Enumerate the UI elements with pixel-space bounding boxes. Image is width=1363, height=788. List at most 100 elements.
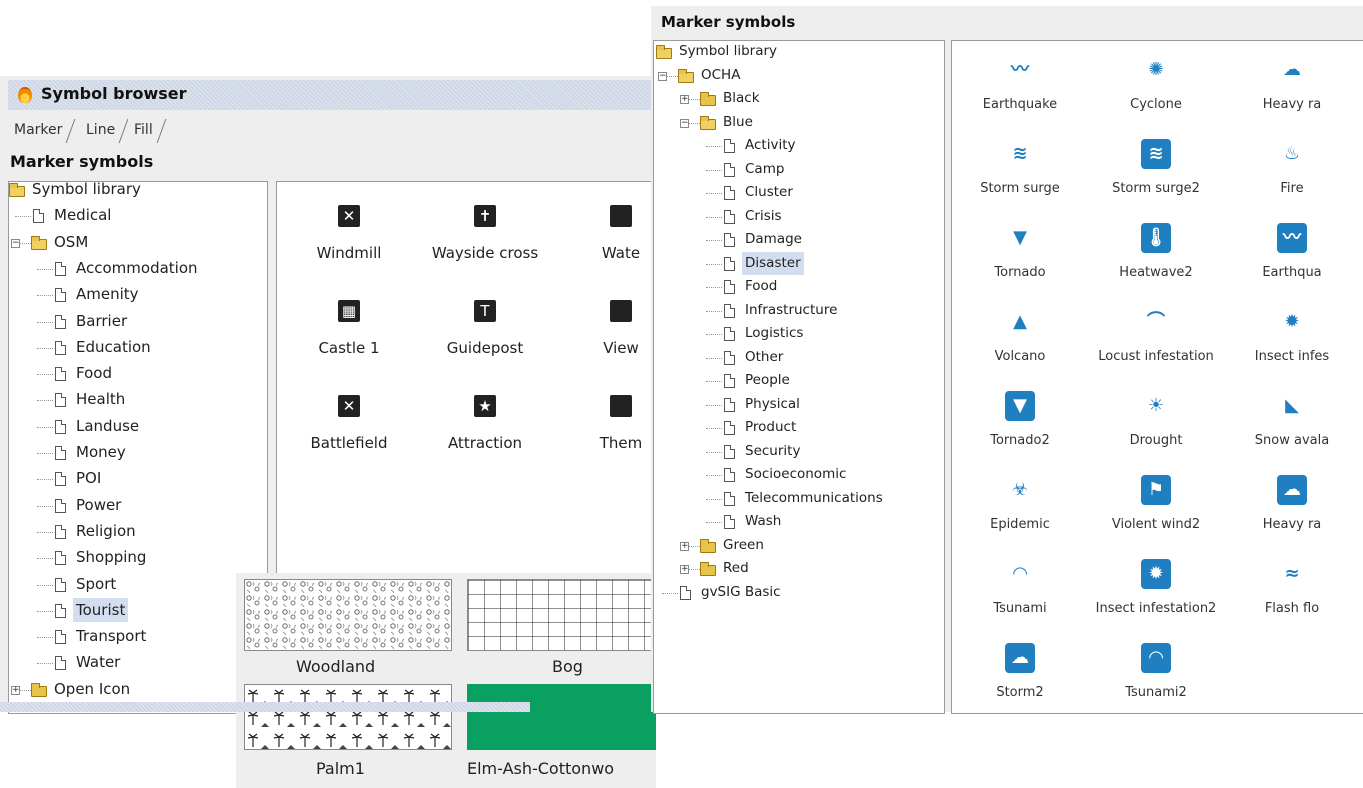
tree-item-osm[interactable]: − OSM [9, 230, 267, 254]
symbol-insect-infes[interactable]: ✹ Insect infes [1222, 307, 1362, 364]
symbol-attraction[interactable]: ★ Attraction [415, 395, 555, 452]
tree-item-food[interactable]: Food [9, 361, 267, 385]
tree-item-wash[interactable]: Wash [654, 510, 944, 534]
symbol-tsunami[interactable]: ◠ Tsunami [952, 559, 1090, 616]
tab-fill[interactable]: Fill [128, 117, 167, 143]
symbol-volcano[interactable]: ▲ Volcano [952, 307, 1090, 364]
symbol-storm-surge[interactable]: ≋ Storm surge [952, 139, 1090, 196]
symbol-earthquake[interactable]: 〰 Earthquake [952, 55, 1090, 112]
tree-item-product[interactable]: Product [654, 416, 944, 440]
tree-item-red[interactable]: + Red [654, 557, 944, 581]
elm-ash-cottonwood-swatch[interactable] [467, 684, 656, 750]
tree-item-people[interactable]: People [654, 369, 944, 393]
tree-item-health[interactable]: Health [9, 387, 267, 411]
tree-item-poi[interactable]: POI [9, 466, 267, 490]
tree-item-transport[interactable]: Transport [9, 624, 267, 648]
tree-item-sport[interactable]: Sport [9, 572, 267, 596]
symbol-wayside-cross[interactable]: ✝ Wayside cross [415, 205, 555, 262]
symbol-fire[interactable]: ♨ Fire [1222, 139, 1362, 196]
tree-item-gvsig-basic[interactable]: gvSIG Basic [654, 581, 944, 605]
symbol-flash-flo[interactable]: ≈ Flash flo [1222, 559, 1362, 616]
tree-item-security[interactable]: Security [654, 440, 944, 464]
battlefield-icon: ✕ [338, 395, 360, 417]
symbol-violent-wind2[interactable]: ⚑ Violent wind2 [1086, 475, 1226, 532]
symbol-tornado2[interactable]: ▼ Tornado2 [952, 391, 1090, 448]
collapse-icon[interactable]: − [658, 71, 667, 81]
collapse-icon[interactable]: − [11, 238, 20, 248]
symbol-them[interactable]: Them [551, 395, 656, 452]
tree-item-symbol-library[interactable]: Symbol library [654, 41, 944, 64]
tree-item-blue[interactable]: − Blue [654, 111, 944, 135]
symbol-wate[interactable]: Wate [551, 205, 656, 262]
symbol-epidemic[interactable]: ☣ Epidemic [952, 475, 1090, 532]
tree-item-ocha[interactable]: − OCHA [654, 64, 944, 88]
tree-item-physical[interactable]: Physical [654, 393, 944, 417]
symbol-storm2[interactable]: ☁ Storm2 [952, 643, 1090, 700]
tree-item-shopping[interactable]: Shopping [9, 545, 267, 569]
symbol-earthqua[interactable]: 〰 Earthqua [1222, 223, 1362, 280]
tree-item-disaster[interactable]: Disaster [654, 251, 944, 275]
tree-item-other[interactable]: Other [654, 346, 944, 370]
symbol-tornado[interactable]: ▼ Tornado [952, 223, 1090, 280]
symbol-heavy-ra[interactable]: ☁ Heavy ra [1222, 475, 1362, 532]
heavy-rain-icon: ☁ [1277, 55, 1307, 85]
symbol-snow-avala[interactable]: ◣ Snow avala [1222, 391, 1362, 448]
expand-icon[interactable]: + [680, 565, 689, 574]
tree-item-green[interactable]: + Green [654, 534, 944, 558]
expand-icon[interactable]: + [680, 541, 689, 551]
tree-item-water[interactable]: Water [9, 650, 267, 674]
symbol-heatwave2[interactable]: 🌡 Heatwave2 [1086, 223, 1226, 280]
symbol-windmill[interactable]: ✕ Windmill [279, 205, 419, 262]
tree-item-medical[interactable]: Medical [9, 203, 267, 227]
expand-icon[interactable]: + [680, 95, 689, 104]
symbol-locust-infestation[interactable]: ⌒ Locust infestation [1086, 307, 1226, 364]
tree-item-telecommunications[interactable]: Telecommunications [654, 487, 944, 511]
document-icon [724, 515, 735, 529]
tree-item-barrier[interactable]: Barrier [9, 309, 267, 333]
tree-item-logistics[interactable]: Logistics [654, 322, 944, 346]
tree-item-landuse[interactable]: Landuse [9, 414, 267, 438]
tree-item-camp[interactable]: Camp [654, 158, 944, 182]
tree-item-symbol-library[interactable]: Symbol library [9, 181, 267, 201]
title-bar[interactable]: Symbol browser [8, 80, 655, 110]
tree-item-crisis[interactable]: Crisis [654, 205, 944, 229]
tree-item-activity[interactable]: Activity [654, 134, 944, 158]
tree-item-socioeconomic[interactable]: Socioeconomic [654, 463, 944, 487]
tree-item-amenity[interactable]: Amenity [9, 282, 267, 306]
tree-item-damage[interactable]: Damage [654, 228, 944, 252]
tree-item-open-icon[interactable]: + Open Icon [9, 677, 267, 701]
bog-swatch[interactable] [467, 579, 656, 651]
tree-item-infrastructure[interactable]: Infrastructure [654, 299, 944, 323]
collapse-icon[interactable]: − [680, 118, 689, 128]
symbol-insect-infestation2[interactable]: ✹ Insect infestation2 [1086, 559, 1226, 616]
tree-item-accommodation[interactable]: Accommodation [9, 256, 267, 280]
tree-item-religion[interactable]: Religion [9, 519, 267, 543]
symbol-castle-1[interactable]: ▦ Castle 1 [279, 300, 419, 357]
tree-item-education[interactable]: Education [9, 335, 267, 359]
tab-marker[interactable]: Marker [8, 117, 76, 143]
symbol-view[interactable]: View [551, 300, 656, 357]
ocha-library-tree[interactable]: Symbol library − OCHA + Black − Blue Activity Ca… [653, 40, 945, 714]
palm-swatch[interactable] [244, 684, 452, 750]
tree-item-money[interactable]: Money [9, 440, 267, 464]
symbol-heavy-ra[interactable]: ☁ Heavy ra [1222, 55, 1362, 112]
symbol-guidepost[interactable]: T Guidepost [415, 300, 555, 357]
tab-line[interactable]: Line [80, 117, 129, 143]
tree-item-cluster[interactable]: Cluster [654, 181, 944, 205]
symbol-tsunami2[interactable]: ◠ Tsunami2 [1086, 643, 1226, 700]
symbol-cyclone[interactable]: ✺ Cyclone [1086, 55, 1226, 112]
tree-item-black[interactable]: + Black [654, 87, 944, 111]
expand-icon[interactable]: + [11, 685, 20, 695]
fill-symbols-panel: Woodland Bog Palm1 Elm-Ash-Cottonwo [236, 573, 656, 788]
symbol-library-tree[interactable]: Symbol library Medical − OSM Accommodation Am… [8, 181, 268, 714]
woodland-swatch[interactable] [244, 579, 452, 651]
symbol-drought[interactable]: ☀ Drought [1086, 391, 1226, 448]
volcano-icon: ▲ [1005, 307, 1035, 337]
ocha-symbol-grid[interactable]: 〰 Earthquake ✺ Cyclone ☁ Heavy ra ≋ Storm surge… [951, 40, 1363, 714]
tree-item-label: Symbol library [32, 181, 141, 198]
symbol-storm-surge2[interactable]: ≋ Storm surge2 [1086, 139, 1226, 196]
symbol-battlefield[interactable]: ✕ Battlefield [279, 395, 419, 452]
tree-item-tourist[interactable]: Tourist [9, 597, 267, 622]
tree-item-food[interactable]: Food [654, 275, 944, 299]
tree-item-power[interactable]: Power [9, 493, 267, 517]
